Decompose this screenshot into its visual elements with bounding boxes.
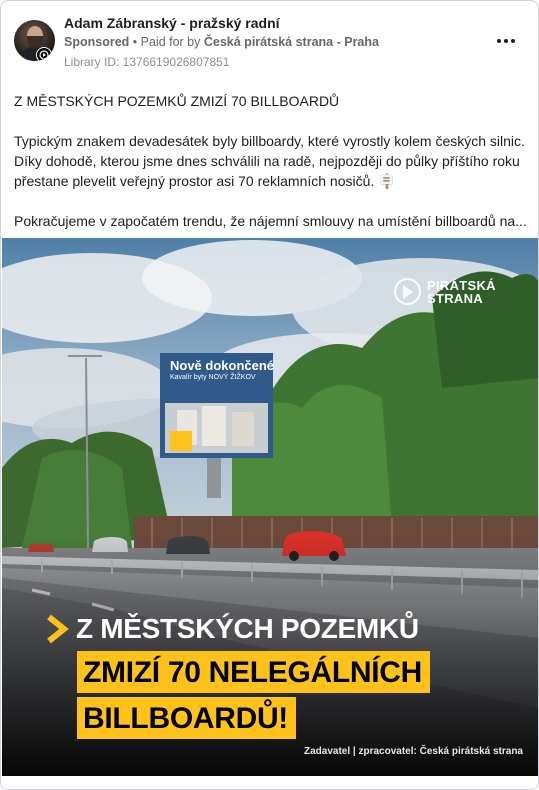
logo-line-2: STRANA [427, 290, 483, 306]
image-headline-line-3: BILLBOARDŮ! [77, 697, 297, 739]
image-headline-line-2: ZMIZÍ 70 NELEGÁLNÍCH [77, 651, 431, 693]
image-headline-line-1: Z MĚSTSKÝCH POZEMKŮ [46, 613, 419, 645]
post-headline: Z MĚSTSKÝCH POZEMKŮ ZMIZÍ 70 BILLBOARDŮ [14, 93, 340, 109]
image-credit: Zadavatel | zpracovatel: Česká pirátská … [303, 746, 523, 757]
billboard-title: Nově dokončené [170, 358, 275, 373]
highway-photo [2, 238, 538, 776]
billboard-subtitle: Kavalír byty NOVÝ ŽIŽKOV [170, 374, 256, 381]
chevron-right-icon [47, 614, 69, 644]
sponsored-line: Sponsored • Paid for by Česká pirátská s… [64, 35, 379, 49]
payer-link[interactable]: Česká pirátská strana - Praha [204, 35, 379, 49]
post-paragraph-2: Pokračujeme v započatém trendu, že nájem… [14, 213, 527, 229]
sponsored-label: Sponsored [64, 35, 130, 49]
logo-line-1: PIRÁTSKÁ [427, 277, 496, 293]
pirate-party-logo: PIRÁTSKÁ STRANA [394, 278, 496, 305]
more-horizontal-icon[interactable] [492, 29, 520, 53]
paid-for-by-label: Paid for by [140, 35, 201, 49]
ad-image[interactable]: Nově dokončené Kavalír byty NOVÝ ŽIŽKOV … [2, 238, 538, 776]
pirate-logo-icon [394, 278, 421, 305]
post-header: Adam Zábranský - pražský radní Sponsored… [1, 1, 538, 81]
author-name[interactable]: Adam Zábranský - pražský radní [64, 15, 280, 31]
post-paragraph-1: Typickým znakem devadesátek byly billboa… [14, 133, 525, 189]
meta-separator: • [129, 35, 141, 49]
avatar[interactable] [14, 20, 55, 61]
library-id: Library ID: 1376619026807851 [64, 55, 230, 69]
pirate-badge-icon [36, 47, 52, 61]
headline-line-1-text: Z MĚSTSKÝCH POZEMKŮ [76, 613, 419, 644]
ad-card: Adam Zábranský - pražský radní Sponsored… [0, 0, 539, 790]
